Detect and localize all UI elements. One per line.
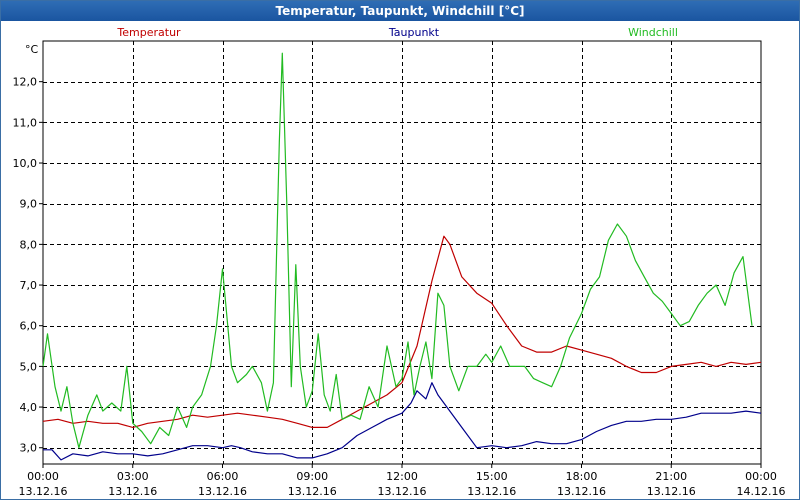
x-tick-date: 14.12.16	[737, 485, 786, 498]
x-tick-date: 13.12.16	[19, 485, 68, 498]
x-tick-date: 13.12.16	[467, 485, 516, 498]
x-tick-date: 13.12.16	[378, 485, 427, 498]
y-tick-label: 10,0	[13, 157, 38, 170]
x-tick-time: 03:00	[117, 470, 149, 483]
legend: Temperatur Taupunkt Windchill	[116, 26, 678, 39]
x-tick-date: 13.12.16	[647, 485, 696, 498]
window-title: Temperatur, Taupunkt, Windchill [°C]	[1, 1, 799, 21]
y-tick-label: 4,0	[20, 401, 38, 414]
x-tick-date: 13.12.16	[198, 485, 247, 498]
chart-window: Temperatur, Taupunkt, Windchill [°C] 3,0…	[0, 0, 800, 500]
x-tick-date: 13.12.16	[108, 485, 157, 498]
y-tick-label: 8,0	[20, 238, 38, 251]
y-tick-label: 9,0	[20, 198, 38, 211]
x-tick-time: 09:00	[296, 470, 328, 483]
x-tick-time: 18:00	[566, 470, 598, 483]
legend-windchill: Windchill	[628, 26, 678, 39]
x-tick-date: 13.12.16	[288, 485, 337, 498]
y-tick-label: 11,0	[13, 116, 38, 129]
y-tick-label: 6,0	[20, 320, 38, 333]
y-axis-unit: °C	[25, 43, 39, 56]
y-tick-label: 12,0	[13, 76, 38, 89]
legend-taupunkt: Taupunkt	[388, 26, 440, 39]
chart: 3,0 4,0 5,0 6,0 7,0 8,0 9,0 10,0 11,0 12,0 00:00 1…	[13, 26, 786, 498]
y-tick-label: 7,0	[20, 279, 38, 292]
x-tick-time: 21:00	[655, 470, 687, 483]
x-tick-time: 15:00	[476, 470, 508, 483]
x-tick-labels: 00:00 13.12.16 03:00 13.12.16 06:00 13.12.16 0…	[19, 464, 786, 498]
legend-temperatur: Temperatur	[116, 26, 181, 39]
x-tick-date: 13.12.16	[557, 485, 606, 498]
x-tick-time: 00:00	[745, 470, 777, 483]
y-tick-labels: 3,0 4,0 5,0 6,0 7,0 8,0 9,0 10,0 11,0 12,0	[13, 76, 43, 455]
x-tick-time: 06:00	[207, 470, 239, 483]
y-tick-label: 3,0	[20, 442, 38, 455]
x-tick-time: 00:00	[27, 470, 59, 483]
x-tick-time: 12:00	[386, 470, 418, 483]
y-tick-label: 5,0	[20, 360, 38, 373]
